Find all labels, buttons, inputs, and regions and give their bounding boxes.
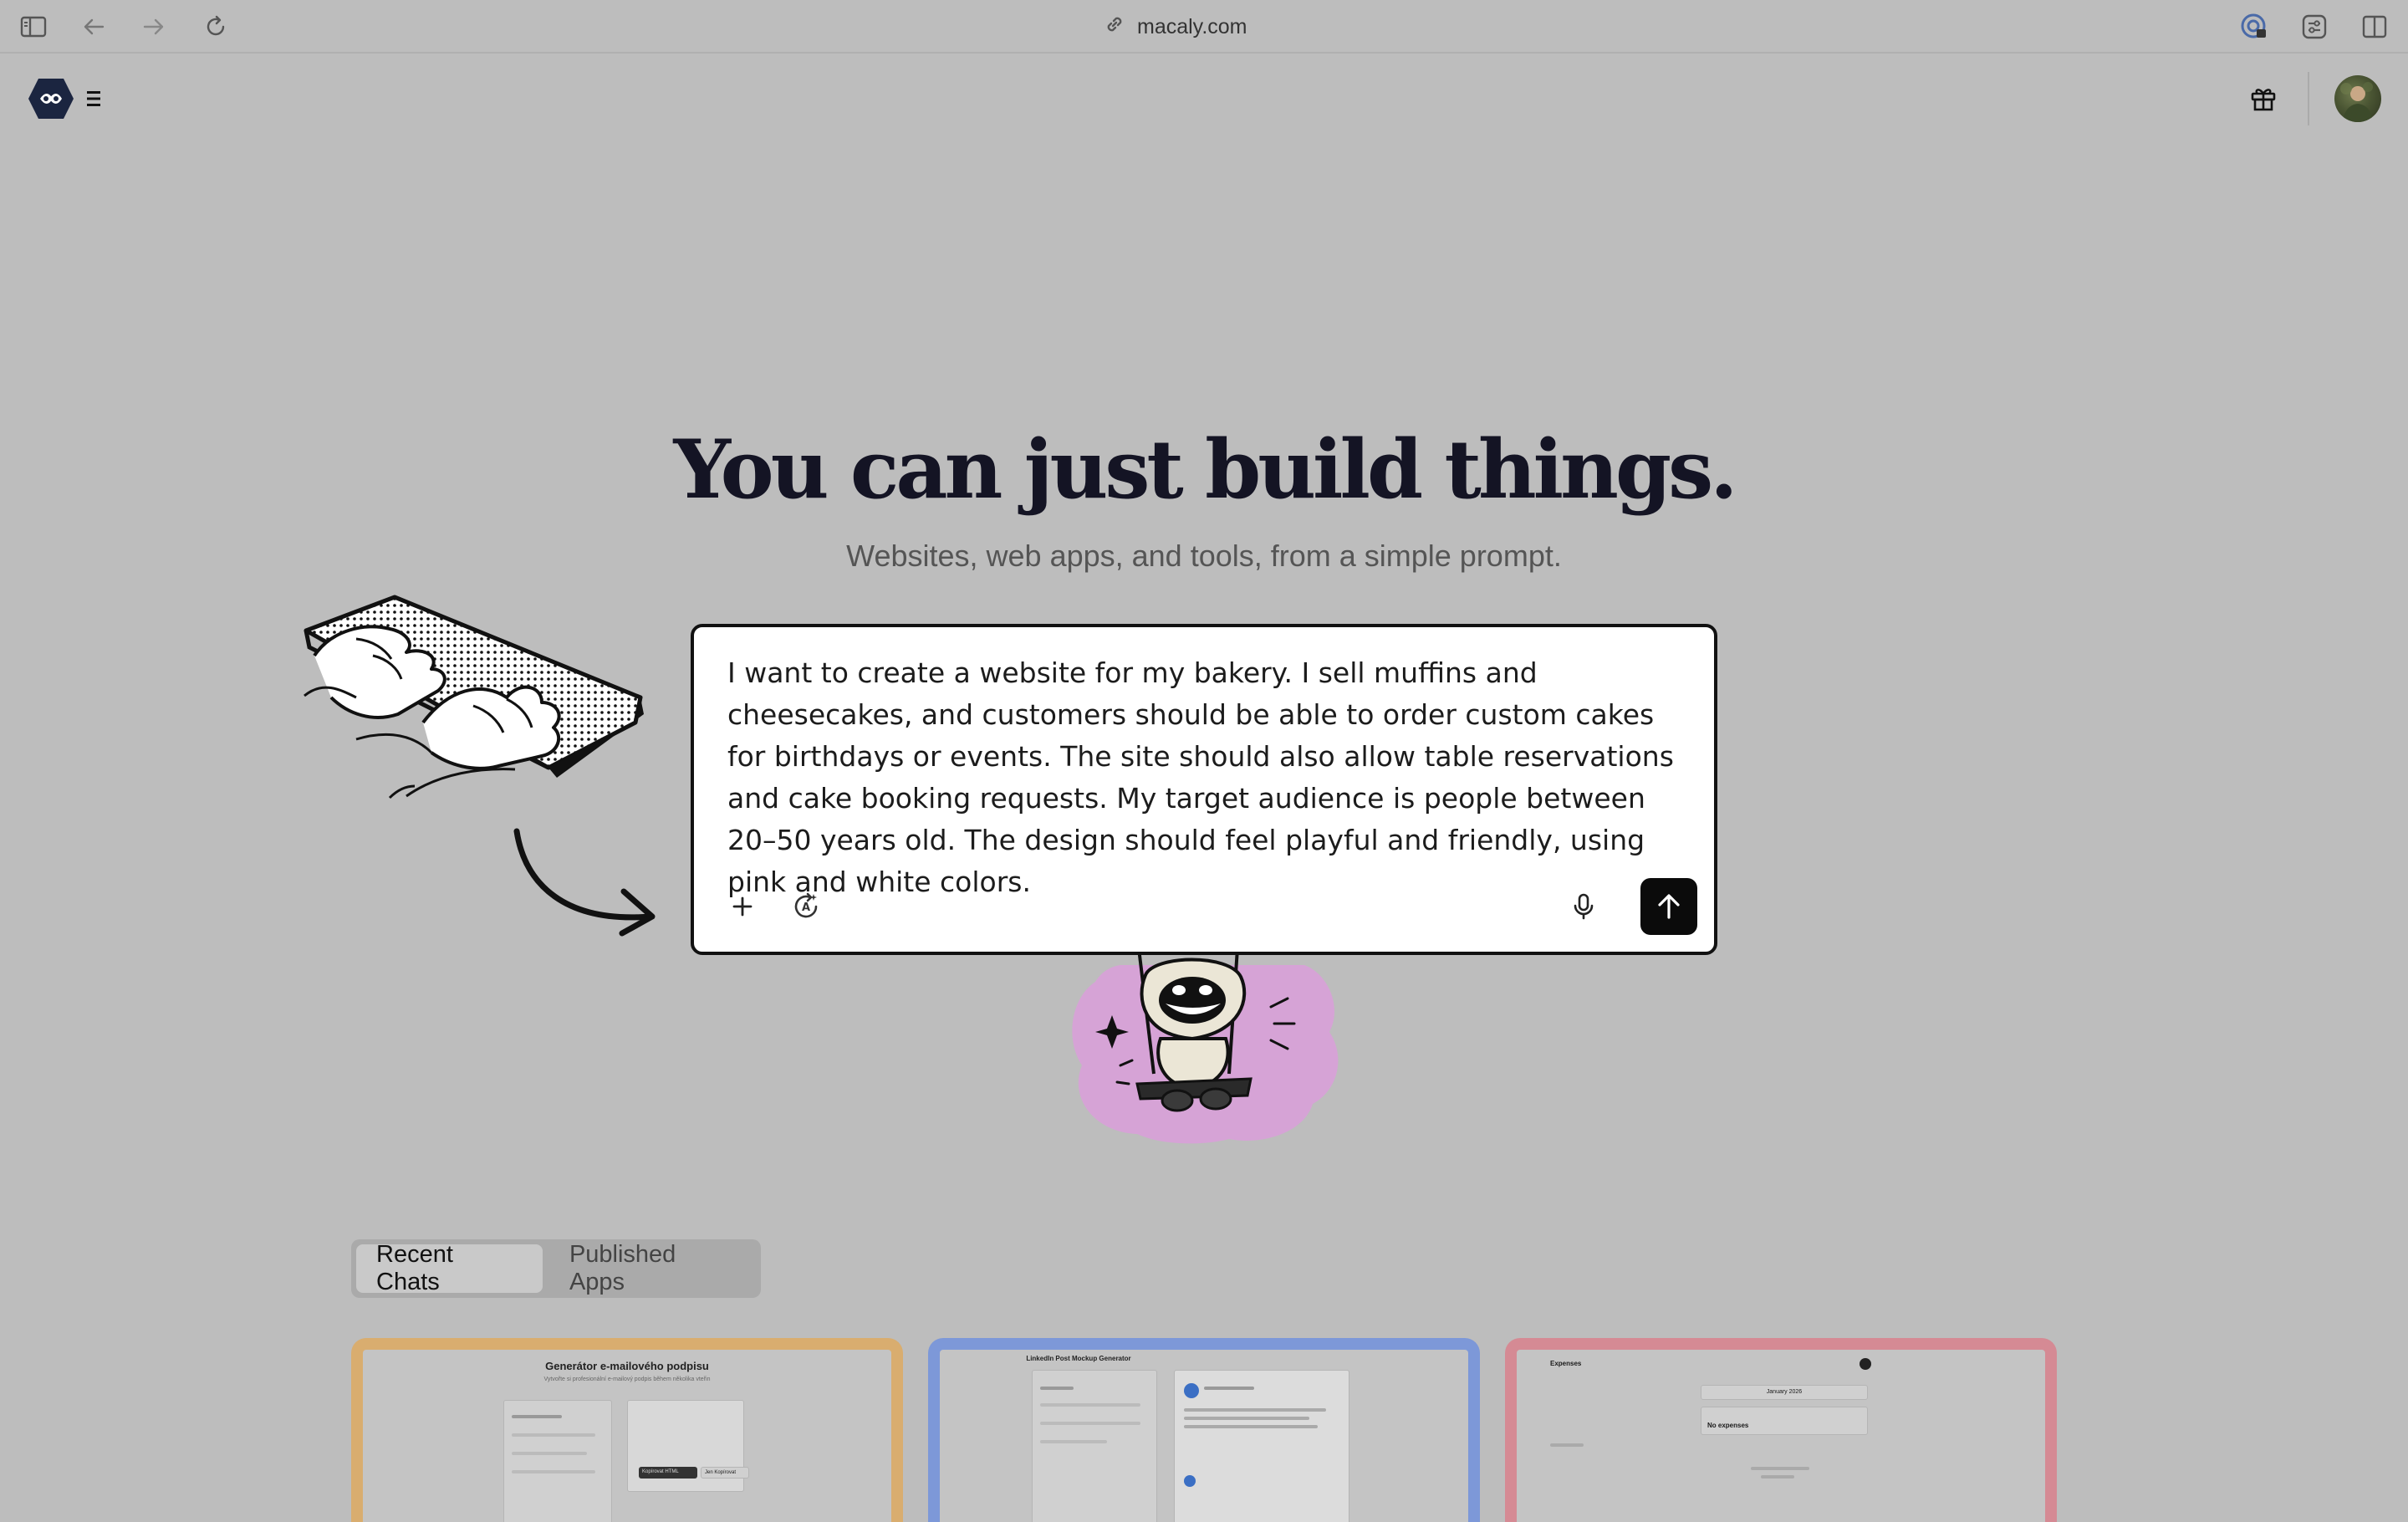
forward-arrow-icon[interactable] <box>139 12 169 42</box>
chat-tabs: Recent Chats Published Apps <box>351 1239 761 1298</box>
add-attachment-button[interactable] <box>722 886 763 927</box>
hands-typing-illustration <box>298 589 657 815</box>
user-avatar[interactable] <box>2334 75 2381 122</box>
extension-settings-icon[interactable] <box>2299 12 2329 42</box>
card-title: LinkedIn Post Mockup Generator <box>1026 1355 1131 1362</box>
tab-recent-chats[interactable]: Recent Chats <box>356 1241 543 1295</box>
tab-published-apps[interactable]: Published Apps <box>549 1241 756 1295</box>
split-view-icon[interactable] <box>2360 12 2390 42</box>
prompt-input-card: I want to create a website for my bakery… <box>691 624 1717 955</box>
address-bar[interactable]: macaly.com <box>1104 12 1304 42</box>
copy-html-button: Kopírovat HTML <box>639 1467 697 1479</box>
gift-icon[interactable] <box>2249 84 2278 112</box>
prompt-textarea[interactable]: I want to create a website for my bakery… <box>727 652 1689 898</box>
form-panel <box>1032 1370 1157 1522</box>
browser-toolbar: macaly.com <box>0 0 2408 54</box>
microphone-icon <box>1574 893 1594 920</box>
empty-title: No expenses <box>1707 1422 1749 1429</box>
recent-chat-card[interactable]: LinkedIn Post Mockup Generator <box>928 1338 1480 1522</box>
recent-chat-card[interactable]: Generátor e-mailového podpisu Vytvořte s… <box>351 1338 903 1522</box>
back-arrow-icon[interactable] <box>79 12 109 42</box>
sidebar-toggle-icon[interactable] <box>18 12 48 42</box>
mascot-swing-illustration <box>1062 947 1356 1146</box>
hero-subheadline: Websites, web apps, and tools, from a si… <box>846 539 1562 573</box>
url-text: macaly.com <box>1137 14 1247 38</box>
enhance-prompt-button[interactable]: A <box>786 886 826 927</box>
summary-box <box>1701 1407 1868 1435</box>
app-logo[interactable] <box>27 77 75 120</box>
card-title: Generátor e-mailového podpisu <box>545 1360 709 1372</box>
ai-enhance-icon: A <box>794 892 818 918</box>
curved-arrow-illustration <box>507 826 662 940</box>
recent-chat-card[interactable]: Expenses January 2026 No expenses <box>1505 1338 2057 1522</box>
post-preview <box>1174 1370 1349 1522</box>
card-title: Expenses <box>1550 1360 1582 1367</box>
plus-icon <box>732 896 752 917</box>
card-preview: Generátor e-mailového podpisu Vytvořte s… <box>363 1350 891 1522</box>
svg-text:A: A <box>802 901 810 914</box>
link-icon <box>1104 13 1125 41</box>
copy-button: Jen Kopírovat <box>701 1467 749 1479</box>
add-expense-icon <box>1860 1358 1871 1370</box>
card-preview: LinkedIn Post Mockup Generator <box>940 1350 1468 1522</box>
send-prompt-button[interactable] <box>1640 878 1697 935</box>
card-subtitle: Vytvořte si profesionální e-mailový podp… <box>543 1376 711 1382</box>
reload-icon[interactable] <box>201 12 231 42</box>
avatar-icon <box>1184 1475 1196 1487</box>
hamburger-menu-icon[interactable] <box>85 87 104 110</box>
hero-headline: You can just build things. <box>673 422 1737 517</box>
voice-input-button[interactable] <box>1564 886 1604 927</box>
password-extension-icon[interactable] <box>2239 12 2269 42</box>
header-divider <box>2308 72 2309 125</box>
arrow-up-icon <box>1658 894 1680 919</box>
avatar-icon <box>1184 1383 1199 1398</box>
month-selector: January 2026 <box>1701 1385 1868 1400</box>
card-preview: Expenses January 2026 No expenses <box>1517 1350 2045 1522</box>
